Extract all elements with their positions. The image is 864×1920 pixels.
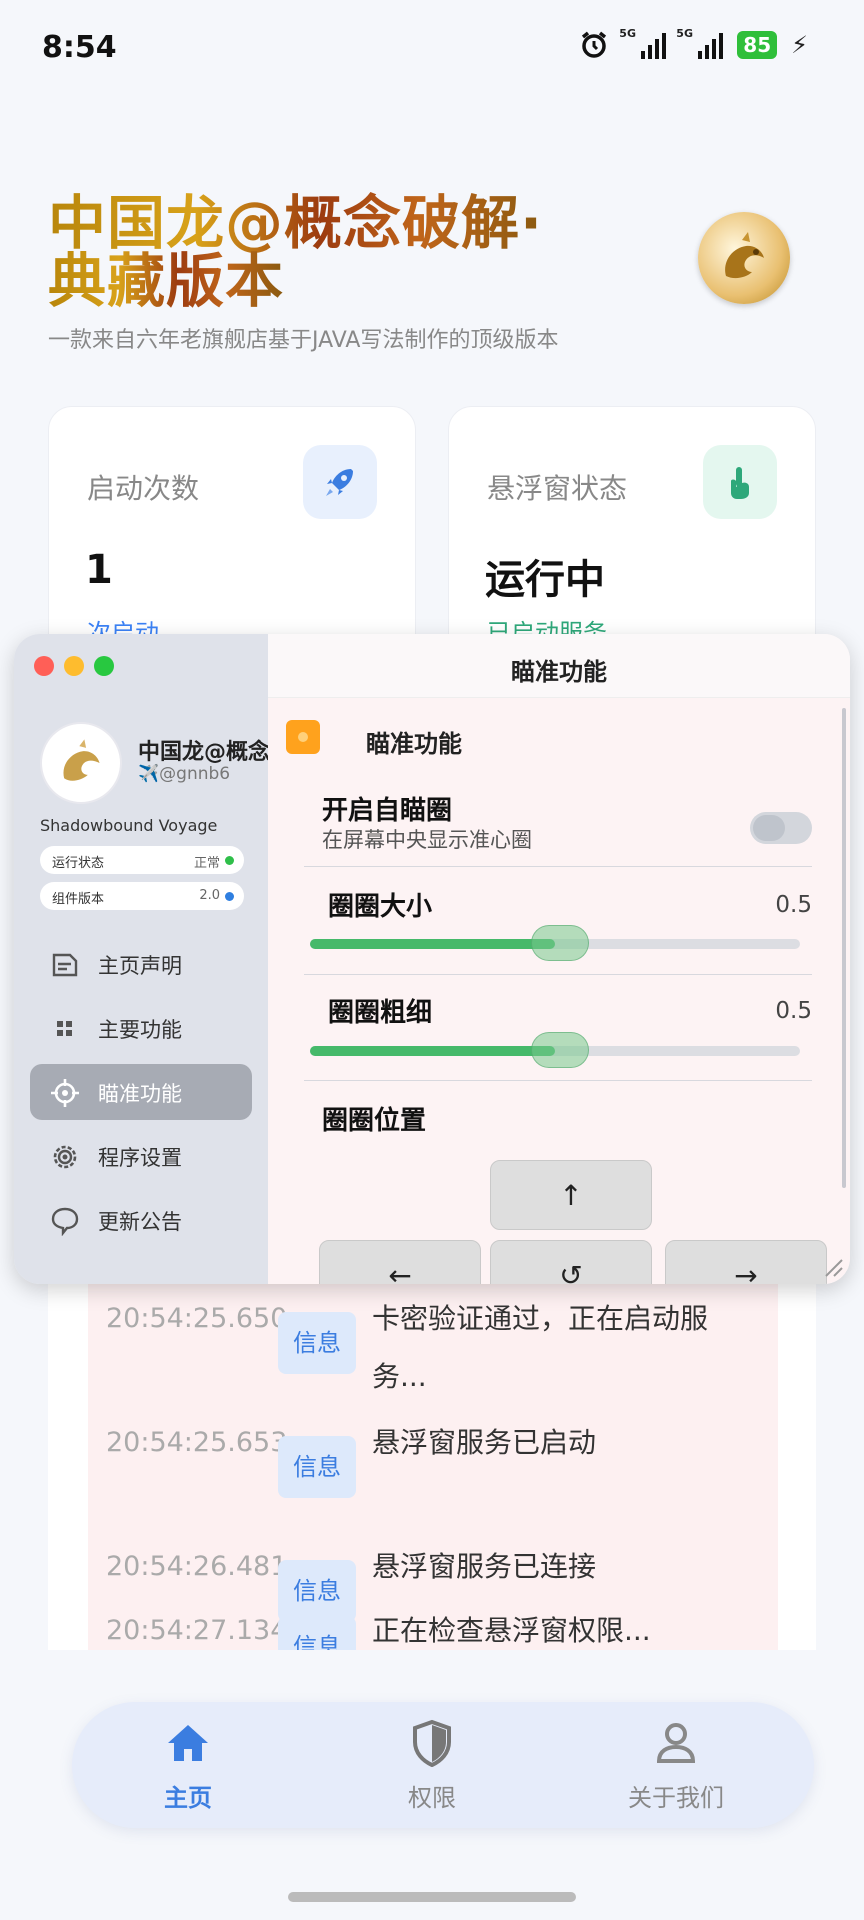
float-status-card: 悬浮窗状态 运行中 已启动服务 — [448, 406, 816, 666]
status-time: 8:54 — [42, 30, 117, 65]
rocket-icon — [303, 445, 377, 519]
menu-item-settings[interactable]: 程序设置 — [30, 1128, 252, 1184]
slider-fill — [310, 1046, 555, 1056]
move-right-button[interactable]: → — [665, 1240, 827, 1284]
section-badge-icon — [286, 720, 320, 754]
auto-circle-title: 开启自瞄圈 — [322, 796, 453, 826]
signal-2-icon: 5G — [676, 27, 724, 59]
alarm-icon — [582, 31, 607, 58]
circle-thickness-slider[interactable] — [310, 1032, 800, 1068]
charging-icon: ⚡ — [791, 31, 808, 59]
log-tag: 信息 — [278, 1616, 356, 1650]
app-subtitle: 一款来自六年老旗舰店基于JAVA写法制作的顶级版本 — [48, 328, 559, 353]
slider-thumb[interactable] — [531, 1032, 589, 1068]
log-message: 悬浮窗服务已启动 — [372, 1426, 597, 1459]
user-icon — [656, 1723, 696, 1763]
status-bar: 8:54 5G 5G 85 ⚡ — [0, 0, 864, 100]
nav-home[interactable]: 主页 — [108, 1714, 268, 1813]
nav-about-us[interactable]: 关于我们 — [596, 1714, 756, 1813]
status-icons: 5G 5G 85 ⚡ — [579, 27, 808, 60]
nav-label: 关于我们 — [628, 1784, 724, 1812]
launch-count-card: 启动次数 1 次启动 — [48, 406, 416, 666]
document-icon — [50, 950, 80, 980]
bottom-nav: 主页 权限 关于我们 — [72, 1702, 814, 1828]
status-dot — [225, 892, 234, 901]
auto-circle-toggle[interactable] — [750, 812, 812, 844]
circle-size-title: 圈圈大小 — [328, 892, 433, 922]
circle-position-title: 圈圈位置 — [322, 1106, 427, 1136]
card-label: 悬浮窗状态 — [487, 472, 628, 505]
minimize-window-button[interactable] — [64, 656, 84, 676]
user-handle: ✈️@gnnb6 — [138, 764, 231, 784]
divider — [304, 866, 812, 867]
app-title-line2: 典藏版本 — [48, 234, 284, 318]
shield-icon — [413, 1719, 451, 1767]
divider — [304, 1080, 812, 1081]
move-up-button[interactable]: ↑ — [490, 1160, 652, 1230]
maximize-window-button[interactable] — [94, 656, 114, 676]
avatar — [40, 722, 122, 804]
log-time: 20:54:26.481 — [106, 1551, 288, 1582]
close-window-button[interactable] — [34, 656, 54, 676]
log-entry: 20:54:27.134 信息 正在检查悬浮窗权限... — [88, 1612, 778, 1650]
touch-icon — [703, 445, 777, 519]
run-status-pill: 运行状态 正常 — [40, 846, 244, 874]
log-time: 20:54:25.650 — [106, 1303, 288, 1334]
log-tag: 信息 — [278, 1436, 356, 1498]
circle-thickness-title: 圈圈粗细 — [328, 998, 433, 1028]
resize-handle-icon[interactable] — [822, 1256, 844, 1278]
grid-icon — [50, 1014, 80, 1044]
auto-circle-desc: 在屏幕中央显示准心圈 — [322, 828, 532, 852]
log-entry: 20:54:25.650 信息 卡密验证通过，正在启动服务... — [88, 1290, 778, 1410]
home-indicator[interactable] — [288, 1892, 576, 1902]
app-name: Shadowbound Voyage — [40, 816, 218, 835]
log-panel: 20:54:25.650 信息 卡密验证通过，正在启动服务... 20:54:2… — [48, 1260, 816, 1650]
slider-thumb[interactable] — [531, 925, 589, 961]
log-list: 20:54:25.650 信息 卡密验证通过，正在启动服务... 20:54:2… — [88, 1260, 778, 1650]
chat-icon — [50, 1206, 80, 1236]
card-label: 启动次数 — [87, 472, 200, 505]
scrollbar[interactable] — [842, 708, 846, 1188]
reset-position-button[interactable]: ↺ — [490, 1240, 652, 1284]
circle-size-value: 0.5 — [775, 892, 812, 918]
log-time: 20:54:27.134 — [106, 1615, 288, 1646]
log-message: 正在检查悬浮窗权限... — [372, 1614, 651, 1647]
log-entry: 20:54:25.653 信息 悬浮窗服务已启动 — [88, 1414, 778, 1534]
log-message: 悬浮窗服务已连接 — [372, 1550, 597, 1583]
dragon-logo-icon — [698, 212, 790, 304]
section-title: 瞄准功能 — [366, 730, 462, 758]
nav-label: 主页 — [164, 1784, 212, 1812]
status-dot — [225, 856, 234, 865]
battery-indicator: 85 — [737, 31, 778, 59]
circle-size-slider[interactable] — [310, 925, 800, 961]
log-tag: 信息 — [278, 1312, 356, 1374]
nav-label: 权限 — [408, 1784, 456, 1812]
gear-icon — [50, 1142, 80, 1172]
fw-titlebar[interactable]: 瞄准功能 — [268, 634, 850, 698]
fw-content: 瞄准功能 瞄准功能 开启自瞄圈 在屏幕中央显示准心圈 圈圈大小 0.5 圈圈粗细… — [268, 634, 850, 1284]
dragon-avatar-icon — [63, 739, 100, 781]
signal-1-icon: 5G — [619, 27, 667, 59]
card-value: 1 — [85, 547, 113, 593]
floating-window[interactable]: 中国龙@概念破解V9 ✈️@gnnb6 Shadowbound Voyage 运… — [14, 634, 850, 1284]
card-value: 运行中 — [485, 557, 605, 603]
circle-thickness-value: 0.5 — [775, 998, 812, 1024]
fw-sidebar: 中国龙@概念破解V9 ✈️@gnnb6 Shadowbound Voyage 运… — [14, 634, 346, 1284]
log-time: 20:54:25.653 — [106, 1427, 288, 1458]
slider-fill — [310, 939, 555, 949]
move-left-button[interactable]: ← — [319, 1240, 481, 1284]
menu-item-aim[interactable]: 瞄准功能 — [30, 1064, 252, 1120]
divider — [304, 974, 812, 975]
menu-item-main-features[interactable]: 主要功能 — [30, 1000, 252, 1056]
nav-permissions[interactable]: 权限 — [352, 1714, 512, 1813]
log-entry: 20:54:26.481 信息 悬浮窗服务已连接 — [88, 1538, 778, 1622]
menu-item-announcements[interactable]: 更新公告 — [30, 1192, 252, 1248]
log-message: 卡密验证通过，正在启动服务... — [372, 1302, 709, 1393]
menu-item-home-statement[interactable]: 主页声明 — [30, 936, 252, 992]
crosshair-icon — [50, 1078, 80, 1108]
window-title: 瞄准功能 — [511, 658, 607, 686]
component-version-pill: 组件版本 2.0 — [40, 882, 244, 910]
home-icon — [168, 1725, 208, 1761]
